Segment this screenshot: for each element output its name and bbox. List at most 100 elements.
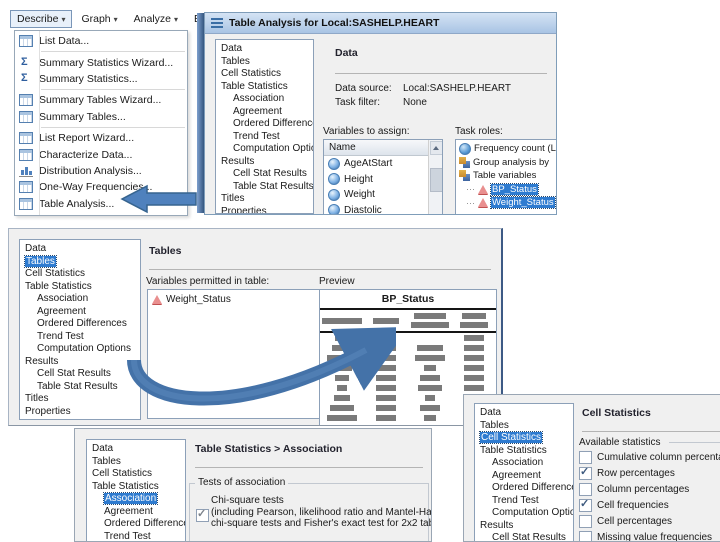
menu-item-icon (19, 73, 33, 85)
sidebar-item[interactable]: Cell Statistics (20, 268, 140, 281)
sidebar-item[interactable]: Cell Statistics (475, 432, 573, 445)
sidebar-item[interactable]: Association (87, 493, 185, 506)
sidebar-item[interactable]: Agreement (475, 470, 573, 483)
sidebar-item[interactable]: Ordered Differences (475, 482, 573, 495)
variable-icon (328, 158, 340, 170)
sidebar-item[interactable]: Ordered Differences (87, 518, 185, 531)
variable-list-item[interactable]: Weight (324, 187, 442, 203)
statistic-checkbox[interactable] (579, 499, 592, 512)
sidebar-item[interactable]: Table Stat Results (20, 381, 140, 394)
sidebar-item[interactable]: Cell Statistics (216, 68, 313, 81)
sidebar-item[interactable]: Computation Options (475, 507, 573, 520)
sidebar-item[interactable]: Data (216, 43, 313, 56)
sidebar-item[interactable]: Properties (20, 406, 140, 419)
task-icon (211, 18, 223, 28)
sidebar-item[interactable]: Trend Test (87, 531, 185, 542)
sidebar-item[interactable]: Ordered Differences (216, 118, 313, 131)
menu-bar: Describe Graph Analyze Export (10, 8, 188, 29)
separator (149, 269, 491, 270)
sidebar-item[interactable]: Results (475, 520, 573, 533)
menu-item-icon (19, 35, 33, 47)
variable-name: Weight_Status (166, 294, 231, 305)
menu-separator (41, 89, 185, 90)
sidebar-item[interactable]: Agreement (87, 506, 185, 519)
sidebar-item[interactable]: Trend Test (475, 495, 573, 508)
menu-item[interactable]: Characterize Data... (15, 146, 187, 162)
sidebar-item[interactable]: Agreement (20, 306, 140, 319)
sidebar-item[interactable]: Table Statistics (87, 481, 185, 494)
sidebar-item[interactable]: Data (87, 443, 185, 456)
sidebar-item[interactable]: Computation Options (216, 143, 313, 156)
menu-item[interactable]: Summary Tables... (15, 109, 187, 125)
sidebar-item[interactable]: Table Statistics (216, 81, 313, 94)
cell-statistics-sidebar: Data Tables Cell Statistics Table Statis… (474, 403, 574, 542)
sidebar-item[interactable]: Table Statistics (20, 281, 140, 294)
sidebar-item[interactable]: Trend Test (216, 131, 313, 144)
sidebar-item[interactable]: Cell Statistics (87, 468, 185, 481)
scrollbar[interactable] (428, 140, 442, 215)
sidebar-item[interactable]: Table Stat Results (216, 181, 313, 194)
sidebar-item[interactable]: Cell Stat Results (20, 368, 140, 381)
statistic-checkbox[interactable] (579, 483, 592, 496)
variable-list-item[interactable]: Height (324, 172, 442, 188)
task-role-item[interactable]: Table variables (456, 169, 557, 183)
sidebar-item[interactable]: Data (475, 407, 573, 420)
menu-item[interactable]: Summary Tables Wizard... (15, 92, 187, 108)
menubar-item[interactable]: Graph (74, 10, 124, 28)
sidebar-item[interactable]: Association (20, 293, 140, 306)
sidebar-item[interactable]: Titles (20, 393, 140, 406)
menu-item[interactable]: List Report Wizard... (15, 130, 187, 146)
variable-list-item[interactable]: Diastolic (324, 203, 442, 216)
sidebar-item[interactable]: Titles (216, 193, 313, 206)
menu-item[interactable]: Summary Statistics... (15, 71, 187, 87)
sidebar-item[interactable]: Data (20, 243, 140, 256)
menubar-item-label: Analyze (134, 13, 171, 25)
sidebar-item[interactable]: Table Statistics (475, 445, 573, 458)
statistic-option: Row percentages (579, 465, 720, 481)
sidebar-item[interactable]: Ordered Differences (20, 318, 140, 331)
task-role-item[interactable]: Frequency count (Limit (456, 142, 557, 156)
statistic-option: Cumulative column percentages (579, 449, 720, 465)
sidebar-item[interactable]: Tables (20, 256, 140, 269)
dialog-titlebar[interactable]: Table Analysis for Local:SASHELP.HEART (205, 13, 556, 34)
sidebar-item[interactable]: Agreement (216, 106, 313, 119)
menu-item-label: Distribution Analysis... (39, 165, 142, 177)
page-heading: Tables (149, 245, 181, 257)
menu-item[interactable]: Summary Statistics Wizard... (15, 54, 187, 70)
statistic-checkbox[interactable] (579, 467, 592, 480)
menubar-item[interactable]: Analyze (127, 10, 185, 28)
menubar-item[interactable]: Describe (10, 10, 72, 28)
sidebar-item[interactable]: Results (20, 356, 140, 369)
sidebar-item[interactable]: Computation Options (20, 343, 140, 356)
variable-name: Weight (344, 189, 375, 200)
variables-column-header[interactable]: Name (324, 140, 442, 156)
statistic-checkbox[interactable] (579, 531, 592, 542)
sidebar-item[interactable]: Properties (216, 206, 313, 215)
menu-item-icon (19, 181, 33, 193)
sidebar-item[interactable]: Cell Stat Results (216, 168, 313, 181)
task-role-item[interactable]: Weight_Status (456, 196, 557, 210)
variables-list: Name AgeAtStart Height Weight (323, 139, 443, 215)
task-role-item[interactable]: BP_Status (456, 183, 557, 197)
statistic-checkbox[interactable] (579, 515, 592, 528)
scrollbar-thumb[interactable] (430, 168, 443, 192)
variables-to-assign-label: Variables to assign: (323, 126, 410, 137)
variable-list-item[interactable]: AgeAtStart (324, 156, 442, 172)
sidebar-item[interactable]: Association (475, 457, 573, 470)
sidebar-item[interactable]: Results (216, 156, 313, 169)
sidebar-item[interactable]: Tables (475, 420, 573, 433)
task-role-item[interactable]: Group analysis by (456, 156, 557, 170)
menu-item-label: Summary Statistics Wizard... (39, 57, 173, 69)
menu-item[interactable]: Distribution Analysis... (15, 163, 187, 179)
scrollbar-up-arrow[interactable] (430, 141, 443, 155)
menu-item-icon (19, 94, 33, 106)
menu-item[interactable]: List Data... (15, 33, 187, 49)
sidebar-item[interactable]: Tables (87, 456, 185, 469)
sidebar-item[interactable]: Tables (216, 56, 313, 69)
sidebar-item[interactable]: Trend Test (20, 331, 140, 344)
sidebar-item[interactable]: Association (216, 93, 313, 106)
sidebar-item[interactable]: Cell Stat Results (475, 532, 573, 542)
chi-square-checkbox[interactable] (196, 509, 209, 522)
permitted-variable-item[interactable]: Weight_Status (148, 292, 322, 308)
statistic-checkbox[interactable] (579, 451, 592, 464)
